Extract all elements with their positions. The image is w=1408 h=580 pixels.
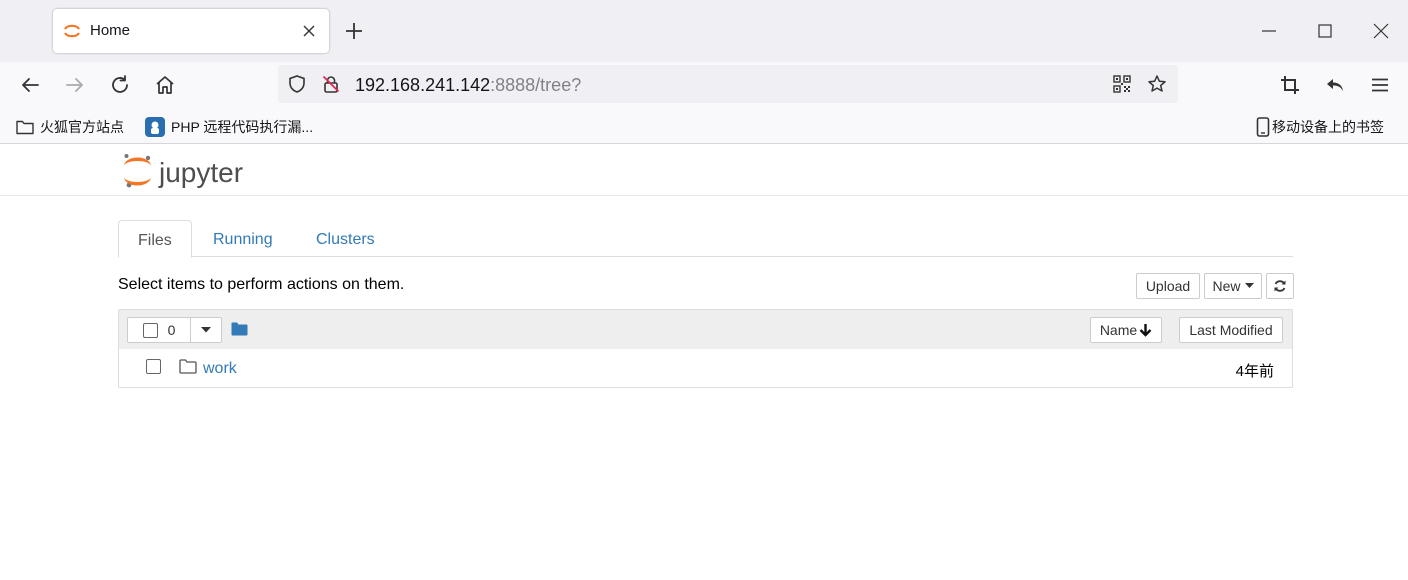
crop-screenshot-icon[interactable] [1278,73,1302,97]
bookmark-item-firefox[interactable]: 火狐官方站点 [16,117,124,137]
browser-tab-home[interactable]: Home [53,9,329,53]
reload-icon[interactable] [108,73,132,97]
back-arrow-icon[interactable] [18,73,42,97]
undo-arrow-icon[interactable] [1323,73,1347,97]
forward-arrow-icon[interactable] [63,73,87,97]
bookmark-star-icon[interactable] [1147,74,1167,94]
address-bar[interactable]: 192.168.241.142:8888/tree? [278,65,1178,103]
url-text[interactable]: 192.168.241.142:8888/tree? [355,75,581,96]
list-item[interactable]: work 4年前 [119,349,1292,387]
upload-button[interactable]: Upload [1136,273,1200,299]
new-dropdown-button[interactable]: New [1204,273,1262,299]
shield-icon[interactable] [287,74,307,94]
sort-by-name-button[interactable]: Name [1090,317,1162,343]
bookmark-item-php[interactable]: PHP 远程代码执行漏... [145,117,313,137]
upload-label: Upload [1145,278,1191,294]
arrow-down-icon [1139,324,1152,337]
selection-hint: Select items to perform actions on them. [118,276,405,293]
jupyter-tab-bar: Files Running Clusters [118,220,1293,258]
browser-tab-strip: Home [0,0,1408,62]
item-name-link[interactable]: work [203,360,237,378]
select-all-checkbox[interactable] [142,322,158,338]
caret-down-icon [1244,283,1254,288]
folder-icon [179,359,197,374]
file-list: work 4年前 [118,349,1293,388]
select-all-button[interactable]: 0 [127,317,191,343]
refresh-icon [1274,280,1286,292]
vulhub-favicon-icon [145,117,165,137]
sort-by-modified-button[interactable]: Last Modified [1179,317,1283,343]
tab-running[interactable]: Running [194,220,292,257]
tab-files[interactable]: Files [118,220,192,258]
select-dropdown-button[interactable] [190,317,222,343]
bookmark-label: PHP 远程代码执行漏... [171,119,314,135]
mobile-phone-icon [1256,117,1270,137]
new-label: New [1212,278,1241,294]
mobile-bookmarks-folder[interactable]: 移动设备上的书签 [1256,117,1384,137]
selected-count: 0 [167,322,176,338]
name-sort-label: Name [1099,322,1138,338]
caret-down-icon [201,327,211,333]
url-path: :8888/tree? [490,75,582,95]
item-modified: 4年前 [1235,363,1274,380]
item-checkbox[interactable] [146,359,161,374]
folder-icon [16,120,34,135]
tab-running-label: Running [213,231,273,248]
close-tab-icon[interactable] [299,21,319,41]
jupyter-logo[interactable]: jupyter [122,152,257,195]
refresh-button[interactable] [1266,273,1294,299]
url-host: 192.168.241.142 [355,75,491,95]
svg-text:jupyter: jupyter [158,157,243,188]
last-modified-label: Last Modified [1189,322,1273,338]
qr-code-icon[interactable] [1113,75,1131,93]
tab-title: Home [90,22,131,39]
bookmarks-toolbar: 火狐官方站点 PHP 远程代码执行漏... 移动设备上的书签 [0,108,1408,144]
minimize-icon[interactable] [1260,22,1278,40]
tab-clusters-label: Clusters [316,231,375,248]
home-icon[interactable] [153,73,177,97]
browser-navigation-bar: 192.168.241.142:8888/tree? [0,62,1408,108]
home-folder-icon[interactable] [231,322,248,336]
tab-files-label: Files [138,232,172,249]
file-list-header: 0 Name Last Modified [118,309,1293,350]
jupyter-header: jupyter [0,145,1408,196]
mobile-bookmarks-label: 移动设备上的书签 [1272,119,1384,135]
maximize-icon[interactable] [1316,22,1334,40]
window-close-icon[interactable] [1372,22,1390,40]
insecure-lock-icon[interactable] [321,74,341,94]
new-tab-icon[interactable] [343,20,365,42]
hamburger-menu-icon[interactable] [1368,73,1392,97]
jupyter-favicon-icon [64,24,80,38]
jupyter-logo-icon: jupyter [124,154,243,188]
bookmark-label: 火狐官方站点 [40,119,124,135]
tab-clusters[interactable]: Clusters [297,220,394,257]
